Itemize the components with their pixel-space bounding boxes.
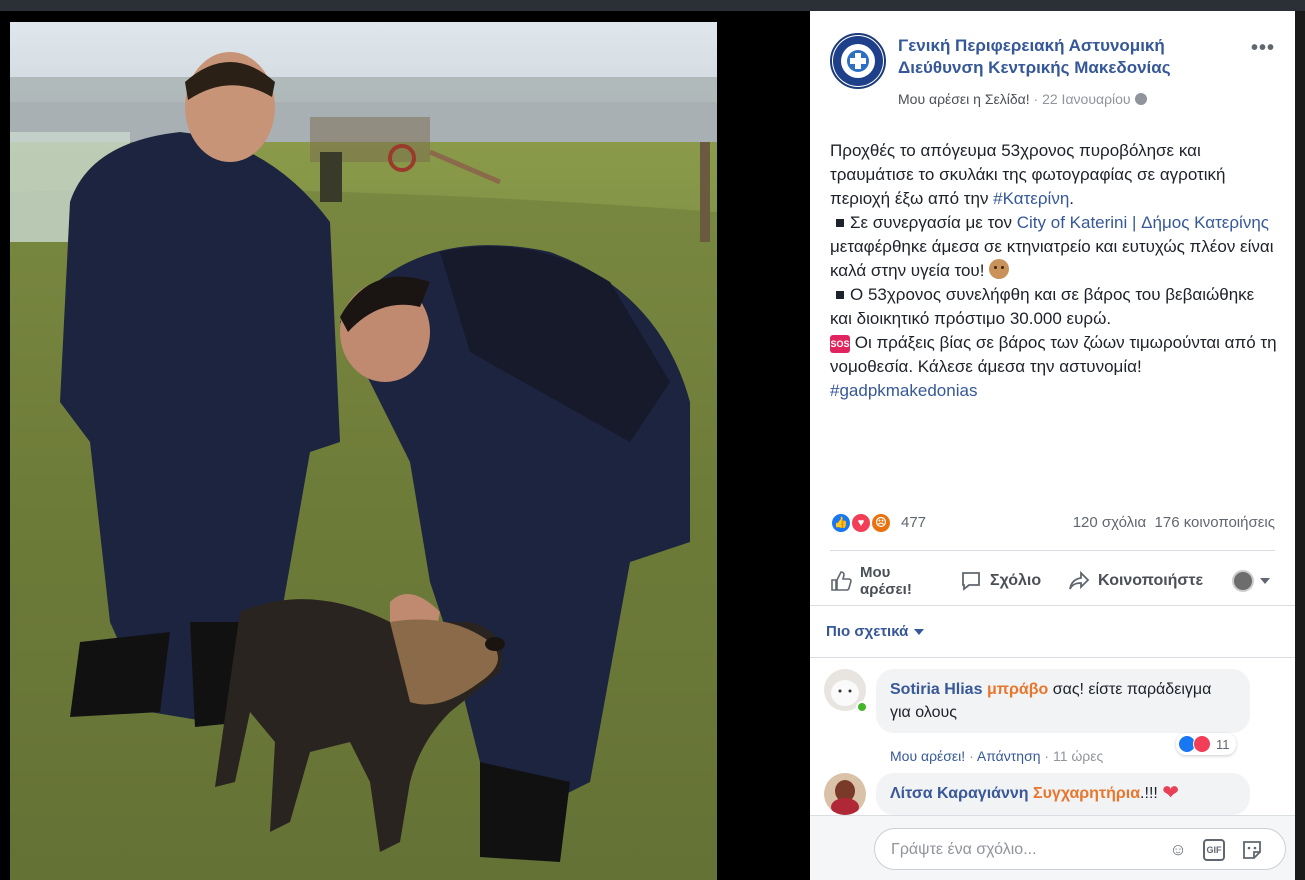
bullet-square-icon (836, 218, 844, 227)
comment-bubble: Sotiria Hlias μπράβο σας! είστε παράδειγ… (876, 669, 1250, 733)
comment-icon (962, 572, 980, 591)
share-icon (1069, 570, 1090, 590)
angry-icon: ☹ (870, 512, 892, 534)
post-bullet-1: Σε συνεργασία με τον City of Katerini | … (830, 211, 1278, 283)
like-button-label: Μου αρέσει! (860, 564, 912, 598)
gif-icon[interactable]: GIF (1203, 839, 1225, 861)
emoji-icon[interactable]: ☺ (1167, 839, 1189, 861)
comment-footer: Μου αρέσει! · Απάντηση · 11 ώρες (890, 748, 1104, 764)
comment-text: .!!! (1140, 785, 1158, 802)
post-options-button[interactable]: ••• (1251, 37, 1275, 60)
police-emblem-icon (833, 36, 883, 86)
post-actions: Μου αρέσει! Σχόλιο Κοινοποιήστε (820, 559, 1285, 605)
page-name-link[interactable]: Γενική Περιφερειακή Αστυνομική Διεύθυνση… (898, 35, 1228, 79)
post-sos-paragraph: SOS Οι πράξεις βίας σε βάρος των ζώων τι… (830, 331, 1278, 379)
page-avatar[interactable] (830, 33, 886, 89)
post-date[interactable]: 22 Ιανουαρίου (1042, 91, 1131, 107)
post-paragraph: Προχθές το απόγευμα 53χρονος πυροβόλησε … (830, 139, 1278, 211)
post-bullet-2: Ο 53χρονος συνελήφθη και σε βάρος του βε… (830, 283, 1278, 331)
comment-reply-link[interactable]: Απάντηση (977, 748, 1041, 764)
post-text-period: . (1069, 189, 1075, 208)
chevron-down-icon (914, 628, 925, 635)
sos-text: Οι πράξεις βίας σε βάρος των ζώων τιμωρο… (830, 333, 1277, 376)
comment-sort-label: Πιο σχετικά (826, 623, 909, 640)
comment-sort-dropdown[interactable]: Πιο σχετικά (826, 623, 925, 640)
post-body: Προχθές το απόγευμα 53χρονος πυροβόλησε … (830, 139, 1278, 403)
online-indicator (856, 701, 868, 713)
chevron-down-icon (1260, 578, 1270, 584)
comment-highlight-text: Συγχαρητήρια (1033, 785, 1141, 802)
comments-count-link[interactable]: 120 σχόλια (1073, 514, 1146, 531)
comment-button[interactable]: Σχόλιο (960, 559, 1041, 603)
bullet-square-icon (836, 290, 844, 299)
comments-shares-count: 120 σχόλια 176 κοινοποιήσεις (1073, 514, 1275, 531)
comment-highlight-text: μπράβο (986, 681, 1049, 698)
avatar-image (824, 773, 866, 815)
comment-input[interactable] (891, 839, 1161, 861)
post-panel: Γενική Περιφερειακή Αστυνομική Διεύθυνση… (810, 11, 1295, 880)
thumbs-up-icon (831, 571, 852, 591)
comment-reactions[interactable]: 11 (1176, 733, 1236, 755)
shares-count-link[interactable]: 176 κοινοποιήσεις (1155, 514, 1275, 531)
audience-selector[interactable] (1232, 559, 1270, 603)
commenter-avatar[interactable] (824, 773, 866, 815)
post-photo[interactable] (10, 22, 717, 880)
sticker-icon[interactable] (1241, 839, 1263, 861)
reactions-bar: 👍 ♥ ☹ 477 120 σχόλια 176 κοινοποιήσεις (830, 511, 1275, 535)
reactions-count[interactable]: 477 (901, 514, 926, 531)
sort-divider (810, 657, 1295, 658)
post-meta: Μου αρέσει η Σελίδα! · 22 Ιανουαρίου (898, 91, 1147, 107)
comment-composer-area: ☺ GIF (810, 815, 1295, 880)
love-icon (1193, 735, 1211, 753)
sticker-glyph (1243, 841, 1261, 859)
bullet1-pre: Σε συνεργασία με τον (850, 213, 1017, 232)
comment-author-link[interactable]: Sotiria Hlias (890, 681, 982, 698)
viewer-edge (1295, 11, 1305, 880)
actions-divider (810, 605, 1295, 606)
sos-icon: SOS (830, 335, 850, 353)
comment-reactions-count: 11 (1216, 736, 1230, 752)
share-button-label: Κοινοποιήστε (1098, 572, 1204, 589)
comment-button-label: Σχόλιο (990, 572, 1042, 589)
photo-illustration (10, 22, 717, 880)
love-icon: ♥ (850, 512, 872, 534)
bullet1-post: μεταφέρθηκε άμεσα σε κτηνιατρείο και ευτ… (830, 237, 1274, 280)
photo-viewer (0, 11, 810, 880)
meta-separator: · (1029, 91, 1043, 107)
bullet2-text: Ο 53χρονος συνελήφθη και σε βάρος του βε… (830, 285, 1255, 328)
reaction-icons[interactable]: 👍 ♥ ☹ (830, 511, 900, 535)
like-icon: 👍 (830, 512, 852, 534)
top-navigation-strip (0, 0, 1305, 11)
hashtag-gadpkmakedonias-link[interactable]: #gadpkmakedonias (830, 381, 977, 400)
user-avatar (1232, 570, 1254, 592)
reactions-divider (830, 550, 1275, 551)
like-page-link[interactable]: Μου αρέσει η Σελίδα! (898, 91, 1030, 107)
post-header: Γενική Περιφερειακή Αστυνομική Διεύθυνση… (830, 31, 1275, 111)
comment-like-link[interactable]: Μου αρέσει! (890, 748, 965, 764)
heart-icon: ❤ (1162, 782, 1180, 804)
comment-time[interactable]: 11 ώρες (1053, 748, 1103, 764)
like-button[interactable]: Μου αρέσει! (830, 559, 930, 603)
dog-face-icon (989, 259, 1010, 279)
city-of-katerini-link[interactable]: City of Katerini | Δήμος Κατερίνης (1017, 213, 1269, 232)
comment-author-link[interactable]: Λίτσα Καραγιάννη (890, 785, 1029, 802)
post-hashtag-line: #gadpkmakedonias (830, 379, 1278, 403)
share-button[interactable]: Κοινοποιήστε (1068, 559, 1203, 603)
hashtag-katerini-link[interactable]: #Κατερίνη (993, 189, 1069, 208)
globe-icon (1134, 93, 1147, 105)
comment-composer: ☺ GIF (874, 828, 1286, 870)
comment-bubble: Λίτσα Καραγιάννη Συγχαρητήρια.!!! ❤ (876, 773, 1250, 815)
